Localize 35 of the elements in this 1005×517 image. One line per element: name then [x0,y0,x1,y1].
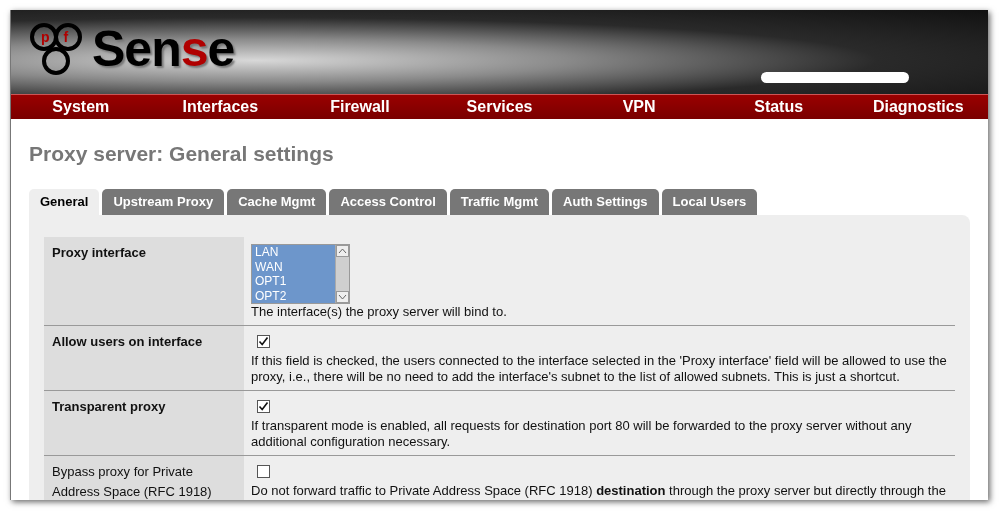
checkbox[interactable] [257,335,270,348]
field-description: If transparent mode is enabled, all requests for destination port 80 will be forwarded to the proxy server without any additional configuration necessary. [251,418,912,449]
tab[interactable]: Local Users [661,189,758,215]
nav-menu-item[interactable]: VPN [569,95,709,119]
logo-ring-letter: p [41,30,50,44]
tab[interactable]: General [29,189,100,215]
logo-ring-letter: f [63,30,69,44]
checkbox[interactable] [257,465,270,478]
listbox-option[interactable]: OPT1 [252,274,335,289]
interface-listbox[interactable]: LAN WAN OPT1 OPT2 [251,244,350,304]
nav-menu-item[interactable]: System [11,95,151,119]
listbox-option[interactable]: LAN [252,245,335,260]
scroll-down-icon[interactable] [336,291,349,303]
logo-wordmark: Sense [92,24,235,74]
tab[interactable]: Access Control [329,189,447,215]
field-description: Do not forward traffic to Private Address Space (RFC 1918) destination through the proxy server but directly through the [251,483,946,498]
nav-menu-item[interactable]: Services [429,95,570,119]
tab[interactable]: Traffic Mgmt [449,189,550,215]
nav-menu-item[interactable]: Interfaces [150,95,291,119]
nav-menu-item[interactable]: Firewall [290,95,430,119]
checkbox[interactable] [257,400,270,413]
field-description: The interface(s) the proxy server will bind to. [251,304,507,319]
field-label: Transparent proxy [52,399,166,414]
scrollbar[interactable] [335,245,349,303]
tab[interactable]: Upstream Proxy [102,189,225,215]
field-label: Allow users on interface [52,334,203,349]
scroll-up-icon[interactable] [336,245,349,257]
nav-menu-item[interactable]: Diagnostics [848,95,988,119]
field-label: Bypass proxy for Private Address Space (RFC 1918) [52,464,212,499]
field-description: If this field is checked, the users connected to the interface selected in the 'Proxy interface' field will be allowed to use the proxy, i.e., there will be no need to add the interface's subnet to the list of allowed subnets. This is just a shortcut. [251,353,947,384]
nav-menu-item[interactable]: Status [708,95,849,119]
tab[interactable]: Cache Mgmt [227,189,327,215]
page-title: Proxy server: General settings [29,141,335,167]
field-label: Proxy interface [52,245,146,260]
tab[interactable]: Auth Settings [552,189,659,215]
